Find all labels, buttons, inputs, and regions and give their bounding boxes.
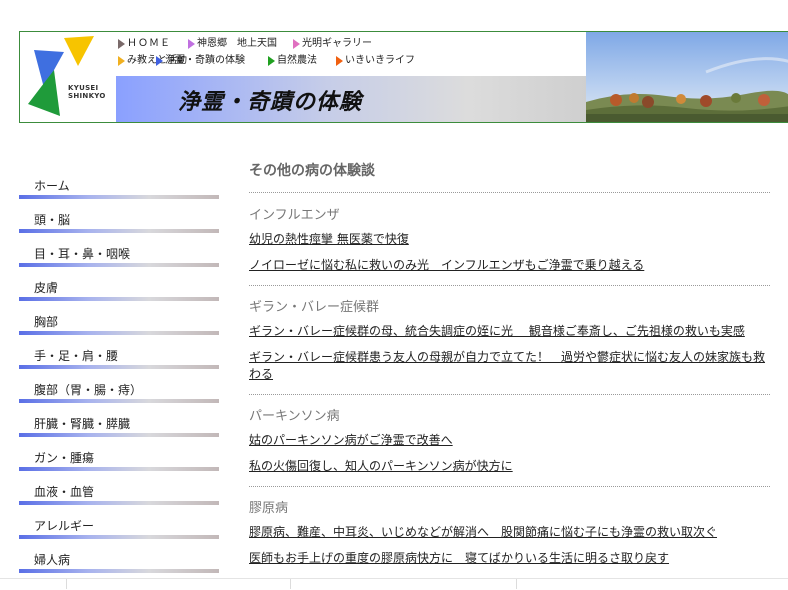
- section-title: 膠原病: [249, 501, 289, 516]
- section-divider: [249, 192, 770, 193]
- sidebar-item-chest[interactable]: 胸部: [19, 304, 219, 338]
- sidebar-item-eye-ear-nose-throat[interactable]: 目・耳・鼻・咽喉: [19, 236, 219, 270]
- story-link[interactable]: 姑のパーキンソン病がご浄霊で改善へ: [249, 432, 770, 449]
- sidebar-divider: [19, 535, 219, 539]
- section-divider: [249, 285, 770, 286]
- sidebar-divider: [19, 569, 219, 573]
- nav-row-1: ＨＯＭＥ 神恩郷 地上天国 光明ギャラリー: [118, 36, 372, 52]
- story-link[interactable]: ギラン・バレー症候群の母、統合失調症の姪に光 観音様ご奉斎し、ご先祖様の救いも実…: [249, 323, 770, 340]
- nav-teachings[interactable]: み教えと活動: [48, 53, 187, 69]
- triangle-icon: [118, 56, 125, 66]
- sidebar-divider: [19, 263, 219, 267]
- title-banner: 浄霊・奇蹟の体験: [116, 76, 586, 122]
- sidebar-item-abdomen[interactable]: 腹部（胃・腸・痔）: [19, 372, 219, 406]
- site-header: KYUSEI SHINKYO ＨＯＭＥ 神恩郷 地上天国 光明ギャラリー み教え…: [19, 31, 788, 123]
- nav-lively-life[interactable]: いきいきライフ: [336, 53, 415, 69]
- section-divider: [249, 486, 770, 487]
- nav-komyo-gallery[interactable]: 光明ギャラリー: [293, 36, 372, 52]
- triangle-icon: [188, 39, 195, 49]
- sidebar-divider: [19, 229, 219, 233]
- nav-natural-farming[interactable]: 自然農法: [268, 53, 336, 69]
- kyusei-logo[interactable]: [20, 32, 116, 122]
- sidebar-nav: ホーム 頭・脳 目・耳・鼻・咽喉 皮膚 胸部 手・足・肩・腰 腹部（胃・腸・痔）…: [19, 168, 219, 576]
- sidebar-divider: [19, 467, 219, 471]
- triangle-icon: [293, 39, 300, 49]
- main-content: その他の病の体験談 インフルエンザ 幼児の熱性痙攣 無医薬で快復 ノイローゼに悩…: [249, 150, 770, 567]
- nav-jinnonkyo[interactable]: 神恩郷 地上天国: [188, 36, 293, 52]
- section-title: パーキンソン病: [249, 409, 340, 424]
- sidebar-item-gynecology[interactable]: 婦人病: [19, 542, 219, 576]
- nav-home[interactable]: ＨＯＭＥ: [118, 36, 188, 52]
- sidebar-item-skin[interactable]: 皮膚: [19, 270, 219, 304]
- page-title: その他の病の体験談: [249, 163, 375, 179]
- sidebar-item-home[interactable]: ホーム: [19, 168, 219, 202]
- story-link[interactable]: 膠原病、難産、中耳炎、いじめなどが解消へ 股関節痛に悩む子にも浄霊の救い取次ぐ: [249, 524, 770, 541]
- sidebar-divider: [19, 195, 219, 199]
- sidebar-divider: [19, 365, 219, 369]
- footer-rule: [0, 578, 788, 590]
- landscape-image: [586, 32, 788, 122]
- sidebar-item-cancer[interactable]: ガン・腫瘍: [19, 440, 219, 474]
- section-divider: [249, 394, 770, 395]
- triangle-icon: [118, 39, 125, 49]
- triangle-icon: [268, 56, 275, 66]
- story-link[interactable]: 幼児の熱性痙攣 無医薬で快復: [249, 231, 770, 248]
- sidebar-item-blood[interactable]: 血液・血管: [19, 474, 219, 508]
- story-link[interactable]: ノイローゼに悩む私に救いのみ光 インフルエンザもご浄霊で乗り越える: [249, 257, 770, 274]
- story-link[interactable]: 私の火傷回復し、知人のパーキンソン病が快方に: [249, 458, 770, 475]
- story-link[interactable]: 医師もお手上げの重度の膠原病快方に 寝てばかりいる生活に明るさ取り戻す: [249, 550, 770, 567]
- triangle-icon: [156, 56, 163, 66]
- nav-row-2: み教えと活動 浄霊・奇蹟の体験 自然農法 いきいきライフ: [118, 53, 415, 69]
- sidebar-item-limbs[interactable]: 手・足・肩・腰: [19, 338, 219, 372]
- story-link[interactable]: ギラン・バレー症候群患う友人の母親が自力で立てた！ 過労や鬱症状に悩む友人の妹家…: [249, 349, 770, 383]
- sidebar-item-head-brain[interactable]: 頭・脳: [19, 202, 219, 236]
- sidebar-divider: [19, 433, 219, 437]
- logo-text: KYUSEI SHINKYO: [68, 84, 106, 100]
- sidebar-item-allergy[interactable]: アレルギー: [19, 508, 219, 542]
- nav-jorei-experience[interactable]: 浄霊・奇蹟の体験: [156, 53, 268, 69]
- sidebar-divider: [19, 297, 219, 301]
- sidebar-divider: [19, 501, 219, 505]
- page-banner-title: 浄霊・奇蹟の体験: [178, 89, 363, 115]
- sidebar-divider: [19, 331, 219, 335]
- sidebar-item-organs[interactable]: 肝臓・腎臓・膵臓: [19, 406, 219, 440]
- sidebar-divider: [19, 399, 219, 403]
- section-title: インフルエンザ: [249, 208, 340, 223]
- triangle-icon: [336, 56, 343, 66]
- section-title: ギラン・バレー症候群: [249, 300, 380, 315]
